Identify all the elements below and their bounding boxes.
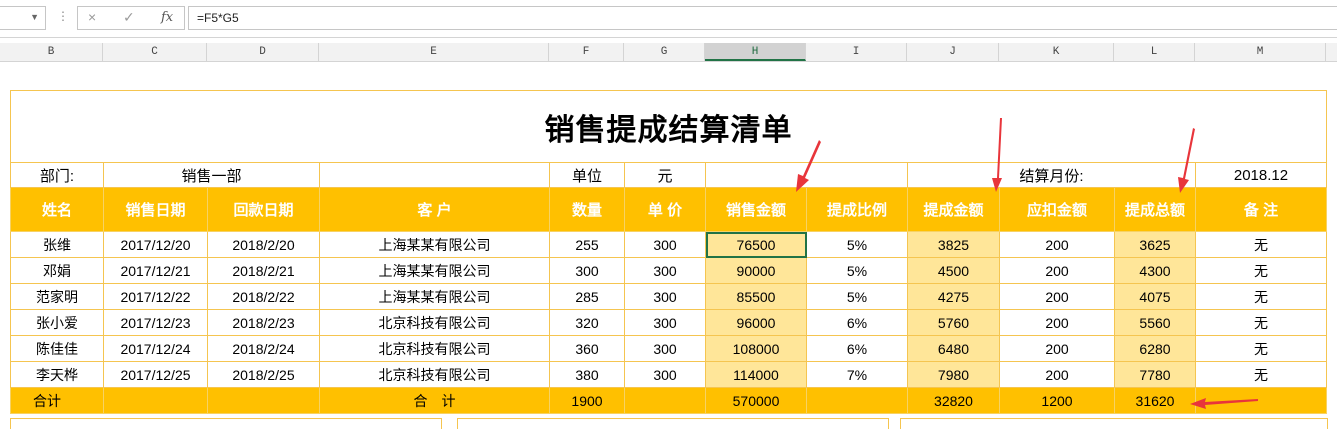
arrow-down-icon (992, 118, 1002, 192)
arrow-down-icon (1178, 128, 1195, 193)
arrow-left-icon (1190, 398, 1258, 409)
annotation-arrows (796, 118, 1258, 409)
arrow-down-icon (796, 140, 821, 192)
